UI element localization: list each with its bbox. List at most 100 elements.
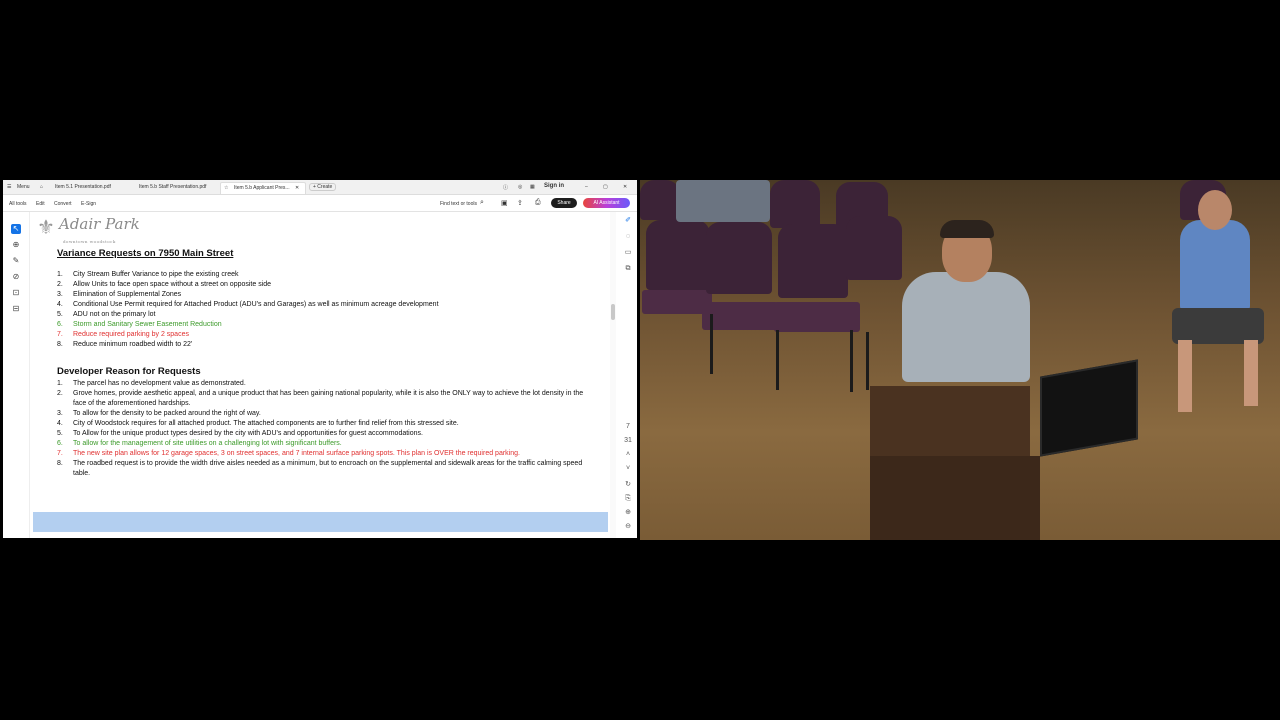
seated-man-shirt (1180, 220, 1250, 312)
video-feed (640, 180, 1280, 540)
all-tools-button[interactable]: All tools (9, 201, 27, 207)
pages-icon[interactable]: ⧉ (623, 264, 633, 274)
vertical-scrollbar[interactable] (610, 212, 616, 538)
minimize-icon[interactable]: – (585, 184, 588, 190)
list-text: Allow Units to face open space without a… (73, 281, 272, 288)
list-item: 7. Reduce required parking by 2 spaces (57, 330, 439, 340)
document-page: ⚜ Adair Park downtown woodstock Variance… (33, 212, 608, 538)
tab-label: Item 5.b Applicant Pres... (234, 185, 290, 191)
list-text: ADU not on the primary lot (73, 311, 156, 318)
page-number-icon[interactable]: 7 (623, 422, 633, 432)
sign-in-button[interactable]: Sign in (544, 183, 564, 189)
bookmark-icon[interactable]: ▭ (623, 248, 633, 258)
list-number: 2. (57, 281, 63, 288)
comment-tool-icon[interactable]: ⊕ (11, 240, 21, 250)
list-item: 1. The parcel has no development value as… (57, 379, 591, 389)
maximize-icon[interactable]: ▢ (603, 184, 608, 190)
close-icon[interactable]: ✕ (623, 184, 627, 190)
tab-item-5-b-applicant[interactable]: ☆ Item 5.b Applicant Pres... ✕ (220, 182, 306, 194)
section-title-variance: Variance Requests on 7950 Main Street (57, 248, 234, 259)
chair-leg (866, 332, 869, 390)
comment-icon[interactable]: ◌ (623, 232, 633, 242)
monitor (1040, 359, 1138, 457)
list-text: Elimination of Supplemental Zones (73, 291, 182, 298)
chevron-down-icon[interactable]: ˅ (623, 464, 633, 474)
edit-pdf-icon[interactable]: ✐ (623, 216, 633, 226)
highlight-tool-icon[interactable]: ⊘ (11, 272, 21, 282)
list-text: Conditional Use Permit required for Atta… (73, 301, 439, 308)
speaker-shirt (902, 272, 1030, 382)
save-page-icon[interactable]: ⎘ (623, 494, 633, 504)
list-number: 4. (57, 301, 63, 308)
tab-label: Item 5.b Staff Presentation.pdf (139, 184, 207, 190)
list-item: 1. City Stream Buffer Variance to pipe th… (57, 270, 439, 280)
list-number: 3. (57, 291, 63, 298)
list-item: 5. ADU not on the primary lot (57, 310, 439, 320)
zoom-out-icon[interactable]: ⊖ (623, 522, 633, 532)
stamp-tool-icon[interactable]: ⊟ (11, 304, 21, 314)
variance-list: 1. City Stream Buffer Variance to pipe th… (57, 270, 439, 350)
zoom-in-icon[interactable]: ⊕ (623, 508, 633, 518)
toolbar: All tools Edit Convert E-Sign Find text … (3, 195, 637, 212)
list-text: To allow for the density to be packed ar… (73, 410, 261, 417)
list-text: City of Woodstock requires for all attac… (73, 420, 459, 427)
list-item: 8. Reduce minimum roadbed width to 22' (57, 340, 439, 350)
tab-item-5-1[interactable]: Item 5.1 Presentation.pdf (51, 182, 129, 193)
create-button[interactable]: + Create (309, 183, 337, 191)
chair-leg (776, 330, 779, 390)
seated-man-shorts (1172, 308, 1264, 344)
speaker-hair (940, 220, 994, 238)
list-item: 5. To Allow for the unique product types … (57, 429, 591, 439)
list-number: 4. (57, 420, 63, 427)
select-tool-icon[interactable]: ↖ (11, 224, 21, 234)
hamburger-icon[interactable]: ☰ (7, 184, 11, 190)
reasons-list: 1. The parcel has no development value as… (57, 379, 591, 479)
list-item: 2. Grove homes, provide aesthetic appeal,… (57, 389, 591, 409)
find-text-or-tools[interactable]: Find text or tools (440, 201, 477, 207)
background-person (676, 180, 770, 222)
list-number: 6. (57, 440, 63, 447)
tab-close-icon[interactable]: ✕ (295, 185, 299, 191)
list-text: To allow for the management of site util… (73, 440, 342, 447)
seated-man-leg (1178, 340, 1192, 412)
bell-icon[interactable]: ◎ (518, 184, 522, 190)
scroll-thumb[interactable] (611, 304, 615, 320)
share-button[interactable]: Share (551, 198, 577, 208)
list-item: 3. Elimination of Supplemental Zones (57, 290, 439, 300)
left-tool-rail: ↖ ⊕ ✎ ⊘ ⊡ ⊟ (3, 212, 30, 538)
tab-item-5-b-staff[interactable]: Item 5.b Staff Presentation.pdf (135, 182, 217, 193)
list-number: 5. (57, 311, 63, 318)
right-tool-rail: ✐ ◌ ▭ ⧉ 7 31 ˄ ˅ ↻ ⎘ ⊕ ⊖ (619, 212, 637, 538)
ai-assistant-button[interactable]: AI Assistant (583, 198, 630, 208)
search-icon[interactable]: ⌕ (480, 199, 484, 207)
chair-seat (702, 302, 778, 330)
home-icon[interactable]: ⌂ (40, 184, 43, 190)
list-text: Reduce required parking by 2 spaces (73, 331, 189, 338)
menu-label[interactable]: Menu (17, 184, 30, 190)
esign-button[interactable]: E-Sign (81, 201, 96, 207)
list-number: 3. (57, 410, 63, 417)
save-icon[interactable]: ▣ (501, 199, 508, 207)
list-item: 4. Conditional Use Permit required for At… (57, 300, 439, 310)
edit-button[interactable]: Edit (36, 201, 45, 207)
text-tool-icon[interactable]: ⊡ (11, 288, 21, 298)
list-item: 7. The new site plan allows for 12 garage… (57, 449, 591, 459)
tab-label: Item 5.1 Presentation.pdf (55, 184, 111, 190)
apps-icon[interactable]: ▦ (530, 184, 535, 190)
print-icon[interactable]: ⎙ (535, 199, 541, 207)
list-text: Grove homes, provide aesthetic appeal, a… (73, 390, 584, 407)
chevron-up-icon[interactable]: ˄ (623, 450, 633, 460)
podium-base (870, 456, 1040, 540)
title-bar: ☰ Menu ⌂ Item 5.1 Presentation.pdf Item … (3, 180, 637, 195)
list-item: 4. City of Woodstock requires for all att… (57, 419, 591, 429)
convert-button[interactable]: Convert (54, 201, 72, 207)
pen-tool-icon[interactable]: ✎ (11, 256, 21, 266)
list-item: 8. The roadbed request is to provide the … (57, 459, 591, 479)
upload-icon[interactable]: ⇪ (517, 199, 523, 207)
chair-seat (774, 302, 860, 332)
list-item: 3. To allow for the density to be packed … (57, 409, 591, 419)
help-icon[interactable]: ⓘ (503, 184, 508, 191)
refresh-icon[interactable]: ↻ (623, 480, 633, 490)
star-icon[interactable]: ☆ (224, 185, 228, 191)
chair (846, 216, 902, 280)
